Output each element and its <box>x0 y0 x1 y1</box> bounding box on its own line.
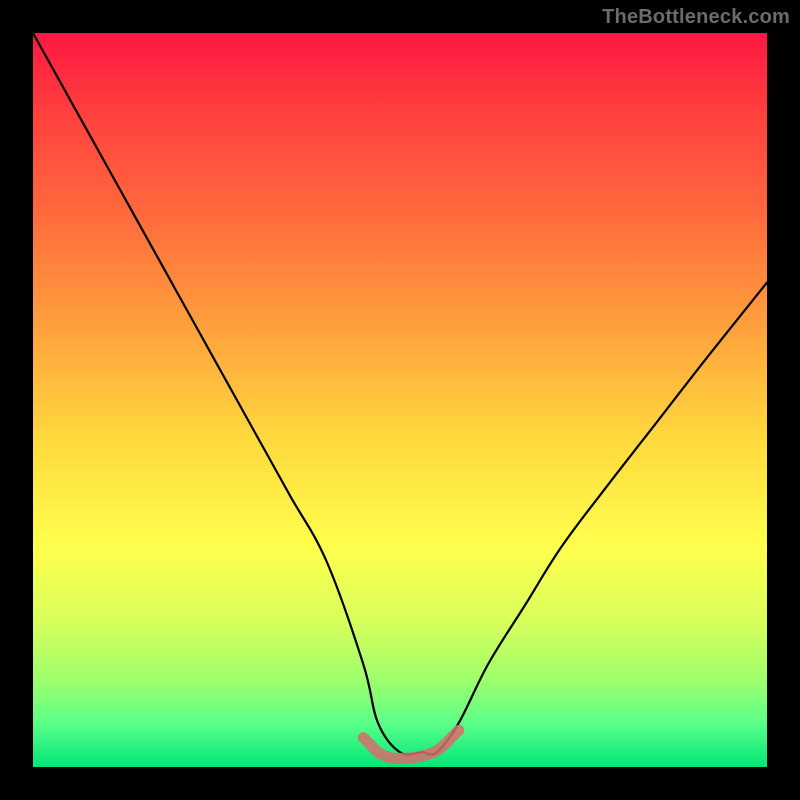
chart-svg <box>33 33 767 767</box>
chart-canvas: TheBottleneck.com <box>0 0 800 800</box>
bottleneck-curve-path <box>33 33 767 755</box>
watermark-text: TheBottleneck.com <box>602 6 790 29</box>
valley-highlight-path <box>363 730 458 758</box>
plot-area <box>33 33 767 767</box>
